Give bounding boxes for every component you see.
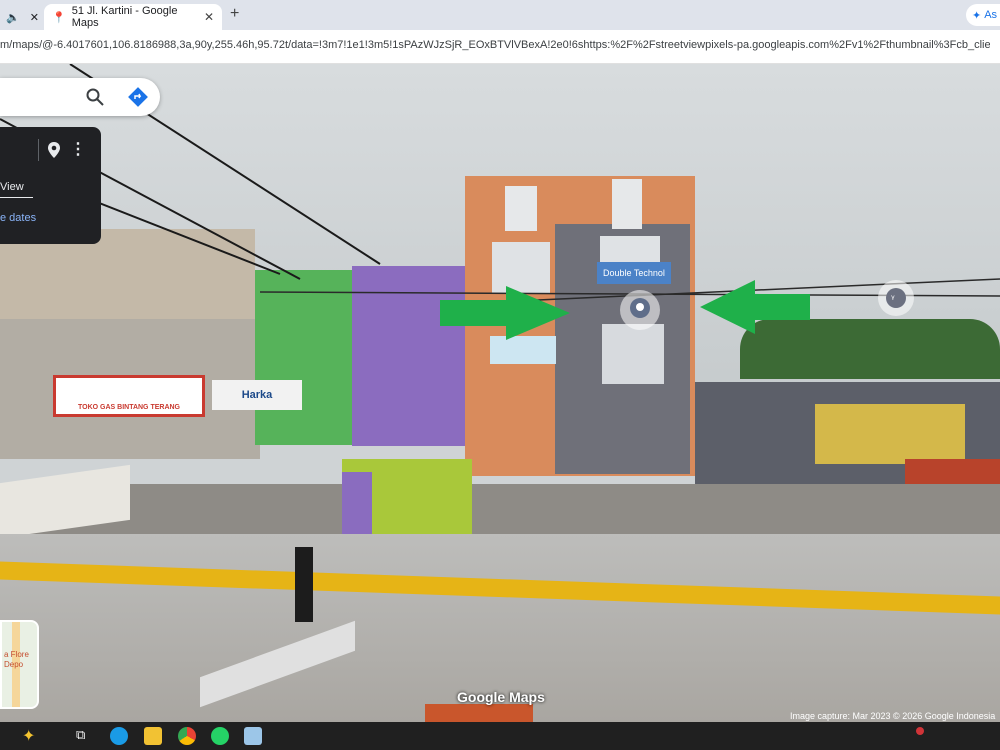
google-maps-watermark: Google Maps — [457, 689, 545, 705]
search-icon[interactable] — [86, 88, 104, 106]
drain-grate — [425, 704, 533, 722]
tab-inactive[interactable]: 🔈 ✕ — [0, 4, 42, 30]
speaker-icon: 🔈 — [6, 11, 20, 24]
svg-text:ᵞ: ᵞ — [891, 294, 895, 305]
notepad-icon[interactable] — [244, 727, 262, 745]
minimap[interactable]: a Flore Depo — [0, 620, 39, 709]
street-view-panel: ⋮ View e dates — [0, 127, 101, 244]
gemini-icon: ✦ — [972, 9, 982, 22]
nav-arrow-left-icon[interactable] — [700, 280, 810, 335]
divider — [38, 139, 39, 161]
url-text: m/maps/@-6.4017601,106.8186988,3a,90y,25… — [0, 39, 990, 51]
divider — [0, 197, 33, 198]
address-bar[interactable]: m/maps/@-6.4017601,106.8186988,3a,90y,25… — [0, 30, 1000, 64]
file-explorer-icon[interactable] — [144, 727, 162, 745]
new-tab-button[interactable]: + — [230, 5, 239, 23]
edge-icon[interactable] — [110, 727, 128, 745]
view-label: View — [0, 181, 24, 193]
browser-tab-bar: 🔈 ✕ 📍 51 Jl. Kartini - Google Maps ✕ + ✦… — [0, 0, 1000, 30]
whatsapp-icon[interactable] — [211, 727, 229, 745]
place-pin-icon[interactable] — [620, 290, 660, 330]
tab-google-maps[interactable]: 📍 51 Jl. Kartini - Google Maps ✕ — [44, 4, 222, 30]
profile-button[interactable]: ✦ As — [966, 4, 1000, 26]
minimap-label: a Flore Depo — [4, 650, 29, 669]
bollard — [295, 547, 313, 622]
copilot-icon[interactable]: ✦ — [22, 726, 35, 746]
restaurant-pin-icon[interactable]: ᵞ — [878, 280, 914, 316]
image-capture-info: Image capture: Mar 2023 © 2026 Google In… — [790, 711, 996, 721]
tab-close-icon[interactable]: ✕ — [204, 10, 214, 24]
mural-yellow — [815, 404, 965, 464]
see-more-dates-link[interactable]: e dates — [0, 212, 36, 224]
notification-badge — [916, 727, 924, 735]
windows-taskbar: ✦ ⧉ — [0, 722, 1000, 750]
task-view-icon[interactable]: ⧉ — [76, 727, 85, 743]
chrome-icon[interactable] — [178, 727, 196, 745]
tab-close-icon[interactable]: ✕ — [30, 11, 39, 24]
maps-pin-icon: 📍 — [52, 11, 66, 24]
nav-arrow-right-icon[interactable] — [440, 286, 570, 341]
location-icon[interactable] — [47, 141, 61, 159]
search-box[interactable] — [0, 78, 160, 116]
more-options-icon[interactable]: ⋮ — [70, 139, 86, 159]
tab-title: 51 Jl. Kartini - Google Maps — [71, 5, 178, 29]
directions-icon[interactable] — [128, 87, 148, 107]
street-view[interactable]: Double Technol TOKO GAS BINTANG TERANG H… — [0, 64, 1000, 722]
